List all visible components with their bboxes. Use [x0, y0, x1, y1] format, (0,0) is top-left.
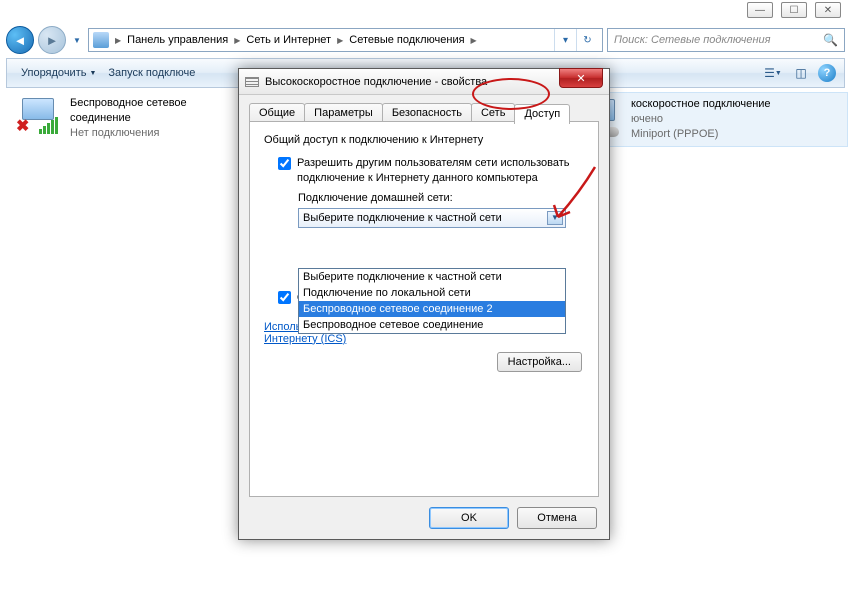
dropdown-option[interactable]: Беспроводное сетевое соединение 2	[299, 301, 565, 317]
cancel-button[interactable]: Отмена	[517, 507, 597, 529]
chevron-right-icon: ▶	[335, 36, 345, 45]
search-placeholder: Поиск: Сетевые подключения	[614, 34, 771, 46]
connection-item-highspeed[interactable]: коскоростное подключение ючено Miniport …	[568, 92, 848, 147]
tab-network[interactable]: Сеть	[471, 103, 515, 123]
breadcrumb[interactable]: Сеть и Интернет	[242, 34, 335, 46]
dialog-title: Высокоскоростное подключение - свойства	[265, 76, 487, 88]
connection-status: Нет подключения	[70, 126, 187, 141]
nav-forward-button[interactable]: ►	[38, 26, 66, 54]
start-connection-button[interactable]: Запуск подключе	[102, 63, 201, 83]
window-maximize-button[interactable]: ☐	[781, 2, 807, 18]
window-minimize-button[interactable]: —	[747, 2, 773, 18]
tab-sharing[interactable]: Доступ	[514, 104, 570, 124]
settings-button[interactable]: Настройка...	[497, 352, 582, 372]
dropdown-option[interactable]: Беспроводное сетевое соединение	[299, 317, 565, 333]
help-icon[interactable]: ?	[818, 64, 836, 82]
address-dropdown-icon[interactable]: ▾	[554, 29, 576, 51]
breadcrumb[interactable]: Панель управления	[123, 34, 232, 46]
allow-sharing-checkbox[interactable]	[278, 157, 291, 170]
tab-strip: Общие Параметры Безопасность Сеть Доступ	[249, 103, 599, 123]
address-bar[interactable]: ▶ Панель управления ▶ Сеть и Интернет ▶ …	[88, 28, 603, 52]
combo-value: Выберите подключение к частной сети	[303, 212, 502, 224]
organize-menu[interactable]: Упорядочить▼	[15, 63, 102, 83]
window-close-button[interactable]: ✕	[815, 2, 841, 18]
home-network-dropdown-list: Выберите подключение к частной сети Подк…	[298, 268, 566, 334]
nav-back-button[interactable]: ◄	[6, 26, 34, 54]
tab-options[interactable]: Параметры	[304, 103, 383, 123]
breadcrumb[interactable]: Сетевые подключения	[345, 34, 468, 46]
dialog-icon	[245, 77, 259, 87]
connection-name: Беспроводное сетевое	[70, 96, 187, 111]
ok-button[interactable]: OK	[429, 507, 509, 529]
properties-dialog: Высокоскоростное подключение - свойства …	[238, 68, 610, 540]
allow-sharing-label: Разрешить другим пользователям сети испо…	[297, 156, 584, 186]
view-options-icon[interactable]: ☰ ▼	[762, 63, 784, 83]
dialog-close-button[interactable]: ✕	[559, 68, 603, 88]
connection-name: соединение	[70, 111, 187, 126]
nav-history-dropdown[interactable]: ▼	[70, 30, 84, 50]
refresh-icon[interactable]: ↻	[576, 29, 598, 51]
location-icon	[93, 32, 109, 48]
dropdown-option[interactable]: Подключение по локальной сети	[299, 285, 565, 301]
chevron-right-icon: ▶	[232, 36, 242, 45]
allow-control-checkbox[interactable]	[278, 291, 291, 304]
connection-device: Miniport (PPPOE)	[631, 127, 771, 142]
home-network-combo[interactable]: Выберите подключение к частной сети ▼	[298, 208, 566, 228]
tab-security[interactable]: Безопасность	[382, 103, 472, 123]
connection-name: коскоростное подключение	[631, 97, 771, 112]
dropdown-option[interactable]: Выберите подключение к частной сети	[299, 269, 565, 285]
chevron-down-icon: ▼	[547, 211, 563, 225]
wireless-icon: ✖	[14, 96, 62, 136]
dialog-titlebar[interactable]: Высокоскоростное подключение - свойства	[239, 69, 609, 95]
preview-pane-icon[interactable]: ◫	[790, 63, 812, 83]
explorer-toolbar: ◄ ► ▼ ▶ Панель управления ▶ Сеть и Интер…	[6, 24, 845, 56]
search-icon: 🔍	[823, 33, 838, 47]
home-network-label: Подключение домашней сети:	[298, 192, 584, 204]
tab-panel-sharing: Общий доступ к подключению к Интернету Р…	[249, 121, 599, 497]
section-title: Общий доступ к подключению к Интернету	[264, 134, 584, 146]
connection-status: ючено	[631, 112, 771, 127]
chevron-right-icon: ▶	[469, 36, 479, 45]
search-input[interactable]: Поиск: Сетевые подключения 🔍	[607, 28, 845, 52]
chevron-right-icon: ▶	[113, 36, 123, 45]
tab-general[interactable]: Общие	[249, 103, 305, 123]
